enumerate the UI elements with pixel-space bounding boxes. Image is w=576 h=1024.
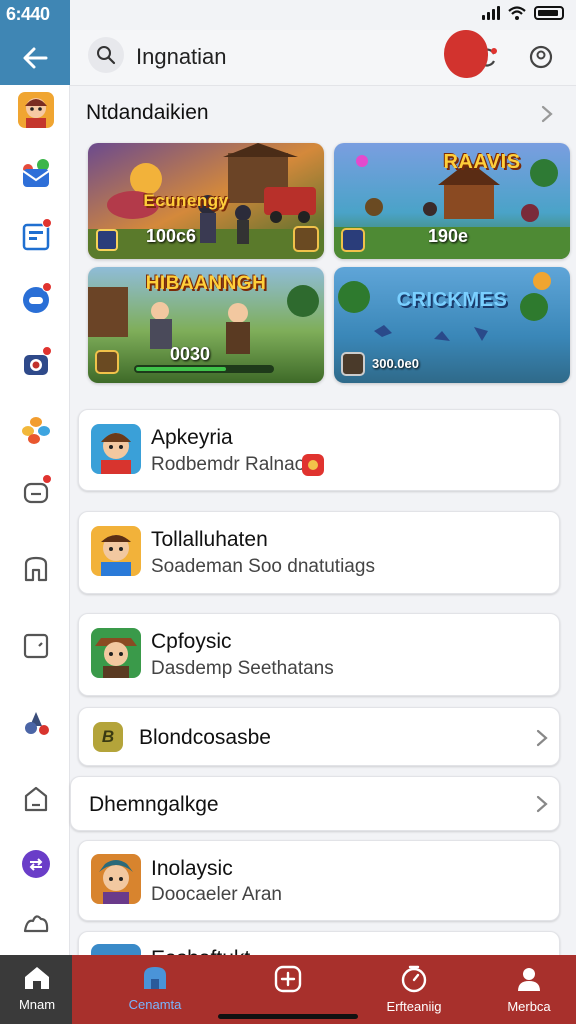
arrow-left-icon: [23, 47, 48, 69]
game-character-icon: [18, 92, 54, 128]
nav-item-profile[interactable]: Merbca: [492, 955, 566, 1024]
list-item[interactable]: Apkeyria Rodbemdr Ralnao: [78, 409, 560, 491]
sidebar-item-notes[interactable]: [18, 628, 54, 664]
sidebar-item-store[interactable]: [18, 550, 54, 586]
list-item[interactable]: Inolaysic Doocaeler Aran: [78, 840, 560, 921]
list-item-subtitle: Soademan Soo dnatutiags: [151, 556, 375, 577]
list-item-title: Apkeyria: [151, 426, 233, 449]
signal-icon: [482, 6, 500, 20]
tools-icon: [25, 712, 49, 735]
status-icons: [482, 6, 564, 20]
list-item[interactable]: Dhemngalkge: [70, 776, 560, 831]
nav-item-timer[interactable]: Erfteaniig: [372, 955, 456, 1024]
avatar: [91, 526, 141, 576]
sidebar-item-share[interactable]: [18, 846, 54, 882]
game-title: CRICKMES: [396, 289, 508, 311]
list-item-subtitle: Rodbemdr Ralnao: [151, 454, 306, 475]
game-title: RAAVIS: [443, 151, 521, 173]
notification-dot: [42, 218, 52, 228]
game-character-icon: [91, 854, 141, 904]
game-count: 0030: [170, 344, 211, 364]
avatar: [91, 424, 141, 474]
notification-dot: [42, 474, 52, 484]
section-title: Ntdandaikien: [86, 101, 209, 124]
store-icon: [24, 556, 48, 582]
sidebar-item-friends[interactable]: [18, 906, 54, 942]
game-card-ecunengy[interactable]: Ecunengy 100c6: [88, 143, 324, 259]
game-character-icon: [91, 526, 141, 576]
sidebar-item-chat[interactable]: [18, 474, 54, 510]
avatar: [91, 854, 141, 904]
category-badge: B: [93, 722, 123, 752]
game-count: 190e: [428, 226, 469, 246]
list-item-subtitle: Doocaeler Aran: [151, 884, 282, 905]
list-item-subtitle: Dasdemp Seethatans: [151, 658, 334, 679]
nav-label: Merbca: [507, 999, 551, 1014]
chevron-right-icon[interactable]: [540, 104, 554, 124]
list-item-title: Dhemngalkge: [89, 793, 219, 816]
sidebar-item-news[interactable]: [18, 218, 54, 254]
timer-icon: [401, 965, 427, 993]
status-bar: 6:440: [0, 0, 576, 30]
nav-label: Erfteaniig: [386, 999, 442, 1014]
nav-label: Cenamta: [128, 997, 182, 1012]
list-item[interactable]: Tollalluhaten Soademan Soo dnatutiags: [78, 511, 560, 594]
wifi-icon: [508, 6, 526, 20]
game-title: Ecunengy: [143, 191, 229, 210]
home-outline-icon: [24, 786, 48, 812]
header: Ingnatian: [70, 30, 576, 86]
red-notification-blob: [444, 30, 488, 78]
nav-item-store[interactable]: Cenamta: [118, 955, 192, 1024]
game-card-raavis[interactable]: RAAVIS 190e: [334, 143, 570, 259]
search-icon: [97, 46, 116, 65]
list-item-title: Cpfoysic: [151, 630, 232, 653]
game-thumbnail: [334, 267, 570, 383]
chevron-right-icon: [536, 795, 548, 813]
game-character-icon: [91, 424, 141, 474]
list-item[interactable]: B Blondcosasbe: [78, 707, 560, 766]
add-icon: [274, 965, 302, 993]
notes-icon: [23, 633, 49, 659]
sidebar-item-messages[interactable]: [18, 156, 54, 192]
avatar: [91, 628, 141, 678]
nav-label: Mnam: [18, 997, 56, 1012]
user-circle-icon: [529, 45, 553, 69]
sidebar: [0, 0, 70, 955]
share-icon: [22, 850, 50, 878]
profile-icon: [518, 968, 540, 991]
battery-icon: [534, 6, 564, 20]
badge-icon: [302, 454, 324, 476]
game-count: 300.0e0: [372, 356, 419, 371]
list-item-title: Blondcosasbe: [139, 726, 271, 749]
profile-button[interactable]: [526, 42, 556, 72]
status-time: 6:440: [6, 4, 50, 24]
sidebar-item-games[interactable]: [18, 282, 54, 318]
game-character-icon: [91, 628, 141, 678]
page-title: Ingnatian: [136, 44, 227, 69]
list-item-title: Tollalluhaten: [151, 528, 268, 551]
home-indicator: [218, 1014, 358, 1019]
friends-icon: [23, 915, 49, 933]
sidebar-item-photos[interactable]: [18, 412, 54, 448]
search-button[interactable]: [88, 37, 124, 73]
game-card-crickmes[interactable]: CRICKMES 300.0e0: [334, 267, 570, 383]
sidebar-item-camera[interactable]: [18, 346, 54, 382]
sidebar-item-tools[interactable]: [18, 704, 54, 740]
chevron-right-icon: [536, 729, 548, 747]
sidebar-item-game-avatar[interactable]: [18, 92, 54, 128]
game-badge-icon: [96, 229, 118, 251]
notification-dot: [42, 346, 52, 356]
photos-icon: [22, 417, 50, 444]
nav-item-home[interactable]: Mnam: [0, 955, 74, 1024]
sidebar-item-home[interactable]: [18, 780, 54, 816]
list-item[interactable]: Cpfoysic Dasdemp Seethatans: [78, 613, 560, 696]
notification-dot: [42, 282, 52, 292]
mail-icon: [22, 159, 50, 187]
store-icon: [144, 967, 166, 989]
list-item-title: Inolaysic: [151, 857, 233, 880]
home-icon: [25, 967, 49, 989]
game-card-hibaanngh[interactable]: HIBAANNGH 0030: [88, 267, 324, 383]
game-title: HIBAANNGH: [145, 273, 267, 294]
game-count: 100c6: [146, 226, 197, 246]
